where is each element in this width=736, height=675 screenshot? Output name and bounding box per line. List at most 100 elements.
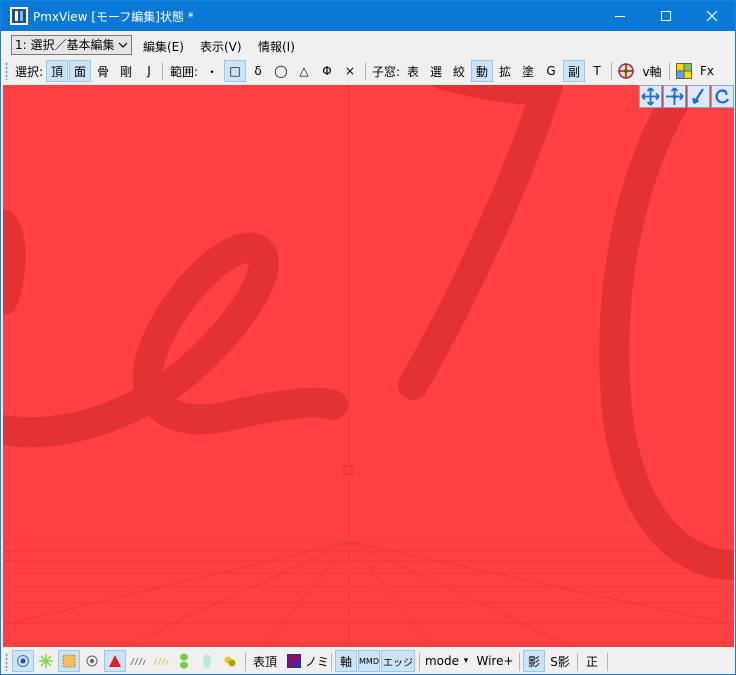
move-arrows-icon — [641, 87, 660, 106]
face-display-toggle[interactable] — [58, 650, 80, 672]
range-triangle-button[interactable]: △ — [293, 60, 315, 82]
app-window: PmxView [モーフ編集]状態 * 1: 選択／基本編集 編集(E) 表示(… — [0, 0, 736, 675]
child-narrow-button[interactable]: 絞 — [448, 60, 470, 82]
move-view-button[interactable] — [663, 85, 686, 108]
capsule-pale-icon — [203, 654, 211, 668]
maximize-button[interactable] — [643, 1, 689, 31]
yellow-cluster-icon — [224, 656, 236, 667]
select-vertex-button[interactable]: 頂 — [46, 60, 68, 82]
minimize-button[interactable] — [597, 1, 643, 31]
shadow-toggle[interactable]: 影 — [523, 650, 545, 672]
target-icon — [86, 655, 98, 667]
toolbar-separator — [419, 653, 420, 671]
3d-viewport[interactable] — [3, 85, 734, 647]
hair-display-toggle[interactable] — [127, 650, 149, 672]
self-shadow-toggle[interactable]: S影 — [547, 650, 573, 672]
toolbar-separator — [577, 653, 578, 671]
toolbar-separator — [162, 62, 163, 80]
material-display-toggle[interactable] — [104, 650, 126, 672]
child-sub-button[interactable]: 副 — [563, 60, 585, 82]
child-select-button[interactable]: 選 — [425, 60, 447, 82]
child-g-button[interactable]: G — [540, 60, 562, 82]
normal-display-toggle[interactable] — [35, 650, 57, 672]
move-axis-icon — [666, 87, 684, 105]
toolbar-separator — [365, 62, 366, 80]
range-circle-button[interactable]: ◯ — [270, 60, 292, 82]
nomi-button[interactable]: ノミ — [305, 650, 329, 672]
toolbar-grip[interactable] — [5, 653, 8, 671]
wave-yellow-icon — [153, 657, 169, 666]
pan-view-button[interactable] — [639, 85, 662, 108]
range-rect-button[interactable]: □ — [224, 60, 246, 82]
close-button[interactable] — [689, 1, 735, 31]
maximize-icon — [661, 11, 671, 21]
mmd-toggle[interactable]: MMD — [358, 650, 380, 672]
front-view-button[interactable]: 正 — [581, 650, 603, 672]
chevron-down-icon — [118, 42, 128, 48]
app-icon — [10, 7, 28, 25]
mode-select[interactable]: 1: 選択／基本編集 — [11, 35, 132, 55]
minimize-icon — [615, 16, 625, 17]
vertex-face-button[interactable]: 表頂 — [250, 650, 280, 672]
range-phi-button[interactable]: Φ — [316, 60, 338, 82]
color-swatch-button[interactable] — [283, 650, 305, 672]
wave-gray-icon — [130, 657, 146, 666]
red-triangle-icon — [109, 655, 121, 667]
menu-edit[interactable]: 編集(E) — [143, 38, 184, 55]
toolbar-separator — [245, 653, 246, 671]
select-joint-button[interactable]: J — [138, 60, 160, 82]
view-nav-icons — [639, 85, 734, 108]
mode-dropdown-arrow[interactable]: ▾ — [460, 650, 472, 672]
vertex-point-icon — [17, 655, 29, 667]
window-title: PmxView [モーフ編集]状態 * — [33, 10, 194, 24]
toolbar-separator — [669, 62, 670, 80]
range-point-button[interactable]: ・ — [201, 60, 223, 82]
range-label: 範囲: — [169, 64, 199, 79]
range-clear-button[interactable]: × — [339, 60, 361, 82]
edge-toggle[interactable]: エッジ — [381, 650, 415, 672]
toolbar-separator — [611, 62, 612, 80]
toolbar-separator — [331, 653, 332, 671]
main-toolbar: 選択: 頂 面 骨 剛 J 範囲: ・ □ δ ◯ △ Φ × 子窓: 表 選 … — [1, 59, 735, 83]
face-grid-icon — [62, 654, 76, 668]
wire-plus-button[interactable]: Wire+ — [475, 650, 515, 672]
joint-display-toggle[interactable] — [196, 650, 218, 672]
menu-view[interactable]: 表示(V) — [200, 38, 242, 55]
v-axis-button[interactable]: v軸 — [639, 60, 665, 82]
child-table-button[interactable]: 表 — [402, 60, 424, 82]
capsule-green-icon — [180, 653, 188, 669]
zoom-view-button[interactable] — [687, 85, 710, 108]
toolbar-separator — [607, 653, 608, 671]
axis-toggle[interactable]: 軸 — [335, 650, 357, 672]
menu-bar: 1: 選択／基本編集 編集(E) 表示(V) 情報(I) — [1, 31, 735, 59]
select-face-button[interactable]: 面 — [69, 60, 91, 82]
mode-dropdown[interactable]: mode — [424, 650, 460, 672]
child-scale-button[interactable]: 拡 — [494, 60, 516, 82]
child-move-button[interactable]: 動 — [471, 60, 493, 82]
vertex-display-toggle[interactable] — [12, 650, 34, 672]
select-bone-button[interactable]: 骨 — [92, 60, 114, 82]
axis-view-button[interactable] — [616, 60, 636, 82]
child-paint-button[interactable]: 塗 — [517, 60, 539, 82]
wave-display-toggle[interactable] — [150, 650, 172, 672]
fx-button[interactable]: Fx — [696, 60, 718, 82]
range-delta-button[interactable]: δ — [247, 60, 269, 82]
grid-icon — [676, 63, 692, 79]
close-icon — [706, 10, 718, 22]
origin-marker — [343, 465, 353, 475]
toolbar-grip[interactable] — [5, 62, 8, 80]
burst-icon — [39, 654, 53, 668]
rigid-display-toggle[interactable] — [173, 650, 195, 672]
menu-info[interactable]: 情報(I) — [258, 38, 295, 55]
child-t-button[interactable]: T — [586, 60, 608, 82]
softbody-display-toggle[interactable] — [219, 650, 241, 672]
select-label: 選択: — [14, 64, 44, 79]
rotate-view-button[interactable] — [711, 85, 734, 108]
viewport-scene — [3, 85, 734, 647]
toolbar-separator — [519, 653, 520, 671]
mode-select-value: 1: 選択／基本編集 — [15, 38, 115, 52]
grid-view-button[interactable] — [674, 60, 694, 82]
select-rigid-button[interactable]: 剛 — [115, 60, 137, 82]
bone-display-toggle[interactable] — [81, 650, 103, 672]
color-swatch-icon — [287, 654, 301, 668]
